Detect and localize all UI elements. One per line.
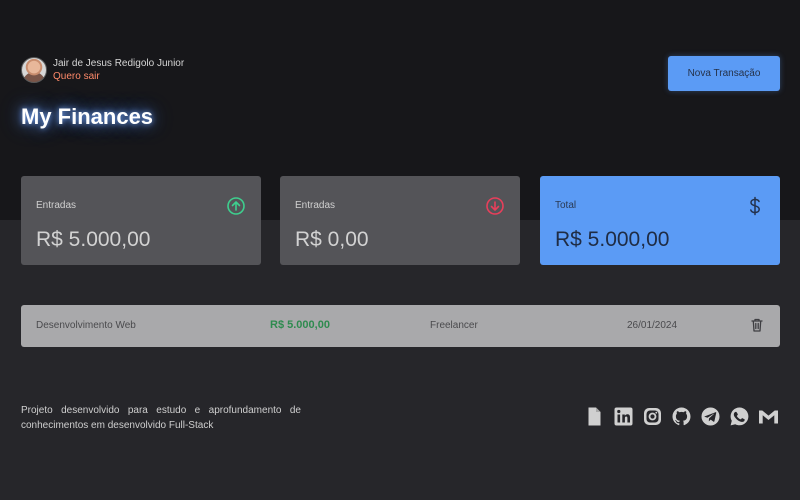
footer-description: Projeto desenvolvido para estudo e aprof…: [21, 405, 301, 431]
transaction-title: Desenvolvimento Web: [36, 320, 136, 331]
whatsapp-icon[interactable]: [729, 406, 750, 427]
income-card-value: R$ 5.000,00: [36, 228, 151, 251]
user-name: Jair de Jesus Redigolo Junior: [53, 58, 185, 69]
outcome-card: Entradas R$ 0,00: [280, 176, 520, 265]
income-card: Entradas R$ 5.000,00: [21, 176, 261, 265]
total-card-label: Total: [555, 200, 577, 211]
new-transaction-button[interactable]: Nova Transação: [668, 56, 780, 91]
social-links: [584, 406, 779, 427]
github-icon[interactable]: [671, 406, 692, 427]
transaction-category: Freelancer: [430, 320, 478, 331]
income-card-label: Entradas: [36, 200, 77, 211]
arrow-circle-up-icon: [227, 197, 245, 215]
table-row: Desenvolvimento Web R$ 5.000,00 Freelanc…: [21, 305, 780, 347]
transaction-date: 26/01/2024: [627, 320, 678, 331]
user-profile: Jair de Jesus Redigolo Junior Quero sair: [21, 57, 184, 83]
arrow-circle-down-icon: [486, 197, 504, 215]
total-card: Total R$ 5.000,00: [540, 176, 780, 265]
linkedin-icon[interactable]: [613, 406, 634, 427]
outcome-card-label: Entradas: [295, 200, 336, 211]
gmail-icon[interactable]: [758, 406, 779, 427]
transaction-amount: R$ 5.000,00: [270, 319, 330, 331]
dollar-sign-icon: [750, 196, 760, 216]
page-title: My Finances: [21, 104, 154, 129]
total-card-value: R$ 5.000,00: [555, 228, 670, 251]
avatar: [21, 57, 47, 83]
logout-link[interactable]: Quero sair: [53, 70, 184, 83]
trash-icon[interactable]: [750, 317, 764, 333]
file-icon[interactable]: [584, 406, 605, 427]
outcome-card-value: R$ 0,00: [295, 228, 369, 251]
telegram-icon[interactable]: [700, 406, 721, 427]
instagram-icon[interactable]: [642, 406, 663, 427]
